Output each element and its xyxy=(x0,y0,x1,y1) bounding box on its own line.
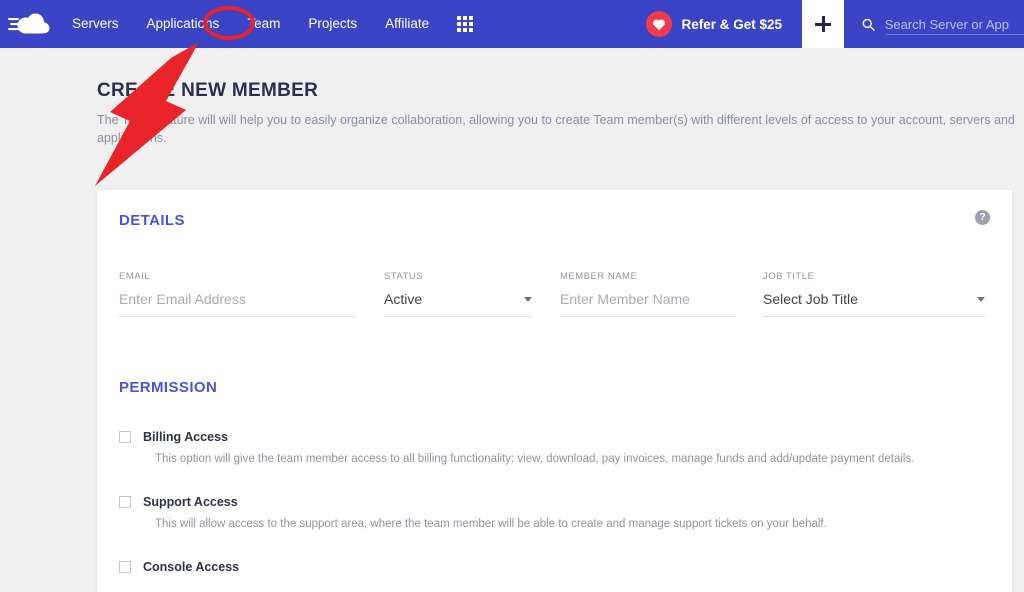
apps-grid-button[interactable] xyxy=(443,16,487,32)
apps-grid-icon xyxy=(457,16,474,32)
refer-label: Refer & Get $25 xyxy=(681,16,782,32)
permission-section-title: PERMISSION xyxy=(119,379,218,396)
email-control xyxy=(119,291,356,317)
field-label-member-name: MEMBER NAME xyxy=(560,271,638,282)
permission-desc-billing: This option will give the team member ac… xyxy=(155,453,915,465)
plus-icon xyxy=(815,16,831,32)
permission-desc-support: This will allow access to the support ar… xyxy=(155,518,827,531)
navbar-right: Refer & Get $25 xyxy=(632,0,1024,48)
field-label-status: STATUS xyxy=(384,271,424,282)
permission-head-billing: Billing Access xyxy=(119,430,990,444)
search-container xyxy=(844,0,1024,48)
page-body: CREATE NEW MEMBER The Team feature will … xyxy=(0,48,1024,592)
nav-link-team[interactable]: Team xyxy=(233,0,294,48)
permission-head-console: Console Access xyxy=(119,560,990,574)
permission-label-console: Console Access xyxy=(143,560,240,575)
page-subtitle: The Team feature will will help you to e… xyxy=(97,113,1015,146)
page-title: CREATE NEW MEMBER xyxy=(97,80,319,101)
refer-and-get-button[interactable]: Refer & Get $25 xyxy=(632,0,802,48)
cloud-logo-icon xyxy=(8,13,50,34)
search-underline xyxy=(886,34,1024,35)
member-name-input[interactable] xyxy=(560,291,735,307)
search-input[interactable] xyxy=(884,16,1010,32)
field-email: EMAIL xyxy=(119,271,356,327)
checkbox-billing-access[interactable] xyxy=(119,431,131,443)
chevron-down-icon xyxy=(524,296,532,302)
search-icon[interactable] xyxy=(862,17,875,32)
details-section-title: DETAILS xyxy=(119,212,185,229)
chevron-down-icon xyxy=(977,296,985,302)
job-title-value: Select Job Title xyxy=(763,291,858,307)
permission-item-console: Console Access xyxy=(119,560,990,574)
field-label-email: EMAIL xyxy=(119,271,151,282)
create-member-card: ? DETAILS EMAIL STATUS Active MEMBER NAM… xyxy=(97,190,1012,592)
checkbox-console-access[interactable] xyxy=(119,561,131,574)
nav-link-servers[interactable]: Servers xyxy=(58,0,133,48)
add-new-button[interactable] xyxy=(802,0,844,48)
field-status: STATUS Active xyxy=(384,271,532,327)
nav-link-projects[interactable]: Projects xyxy=(294,0,371,48)
permission-label-billing: Billing Access xyxy=(143,430,228,444)
email-input[interactable] xyxy=(119,291,356,307)
top-navbar: Servers Applications Team Projects Affil… xyxy=(0,0,1024,48)
cloudways-logo[interactable] xyxy=(0,0,58,48)
field-member-name: MEMBER NAME xyxy=(560,271,735,327)
help-circle-icon[interactable]: ? xyxy=(975,210,990,225)
permission-item-billing: Billing Access This option will give the… xyxy=(119,430,990,467)
heart-icon xyxy=(646,11,673,37)
job-title-select[interactable]: Select Job Title xyxy=(763,291,985,317)
nav-links: Servers Applications Team Projects Affil… xyxy=(58,0,487,48)
permission-section: PERMISSION Billing Access This option wi… xyxy=(119,379,990,592)
permission-list: Billing Access This option will give the… xyxy=(119,430,990,574)
checkbox-support-access[interactable] xyxy=(119,496,131,509)
status-value: Active xyxy=(384,291,423,307)
field-job-title: JOB TITLE Select Job Title xyxy=(763,271,985,327)
permission-item-support: Support Access This will allow access to… xyxy=(119,495,990,532)
status-select[interactable]: Active xyxy=(384,291,532,317)
nav-link-applications[interactable]: Applications xyxy=(133,0,234,48)
member-name-control xyxy=(560,291,735,317)
permission-label-support: Support Access xyxy=(143,495,238,510)
permission-head-support: Support Access xyxy=(119,495,990,509)
nav-link-affiliate[interactable]: Affiliate xyxy=(371,0,443,48)
page-header: CREATE NEW MEMBER The Team feature will … xyxy=(0,48,1024,147)
field-label-job-title: JOB TITLE xyxy=(763,271,815,282)
details-form: EMAIL STATUS Active MEMBER NAME JO xyxy=(119,271,990,327)
